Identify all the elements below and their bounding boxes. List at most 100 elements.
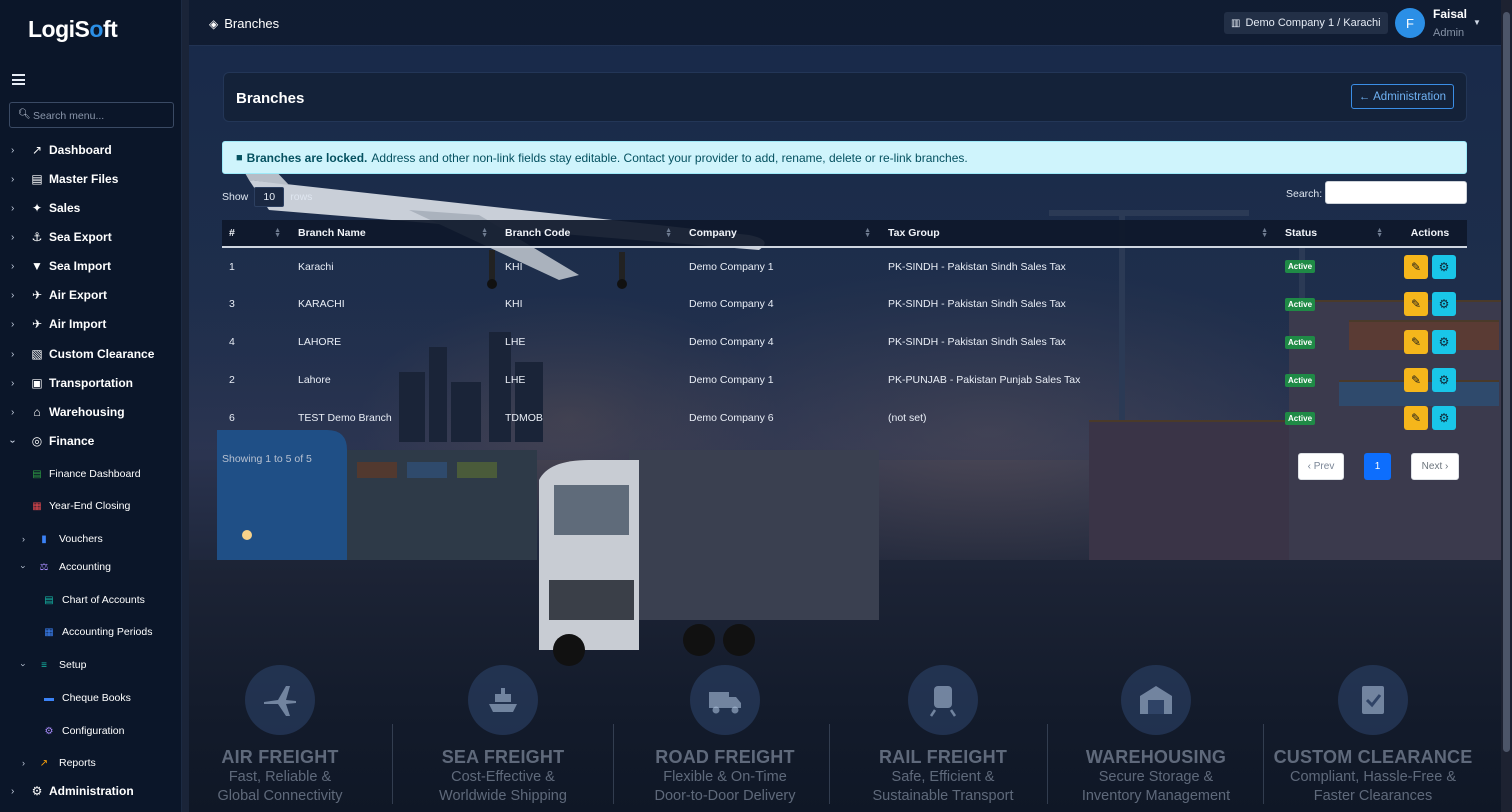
sidebar-item-label: Sales <box>49 201 81 215</box>
sort-icon: ▲ ▼ <box>665 227 672 239</box>
settings-button[interactable]: ⚙︎ <box>1432 368 1456 392</box>
column-header[interactable]: Status ▲ ▼ <box>1278 220 1393 248</box>
cell-tax-group: PK-PUNJAB - Pakistan Punjab Sales Tax <box>888 374 1081 386</box>
sidebar-item-reports[interactable]: › ↗ Reports <box>0 752 182 774</box>
rows-per-page: Show 10 rows <box>222 187 312 207</box>
settings-button[interactable]: ⚙︎ <box>1432 406 1456 430</box>
column-header[interactable]: Branch Code ▲ ▼ <box>498 220 682 248</box>
prev-page-button[interactable]: ‹ Prev <box>1298 453 1344 480</box>
sidebar-item-sea-export[interactable]: › ⚓︎ Sea Export <box>0 226 182 248</box>
column-header[interactable]: Company ▲ ▼ <box>682 220 881 248</box>
edit-icon: ✎︎ <box>1410 297 1422 311</box>
sidebar-item-cheque-books[interactable]: ▬ Cheque Books <box>0 687 182 709</box>
truck-icon: ▣ <box>31 376 43 390</box>
chevron-right-icon: › <box>11 144 15 156</box>
menu-toggle-icon[interactable] <box>12 74 25 85</box>
sidebar-item-sea-import[interactable]: › ▼ Sea Import <box>0 255 182 277</box>
chevron-right-icon: › <box>11 289 15 301</box>
page-1-button[interactable]: 1 <box>1364 453 1391 480</box>
service-line: Secure Storage & <box>1098 769 1214 785</box>
service-line: Door-to-Door Delivery <box>654 788 796 804</box>
cell-branch-name: TEST Demo Branch <box>298 412 392 424</box>
sidebar-item-label: Administration <box>49 784 134 798</box>
cogs-icon: ⚙︎ <box>44 725 54 737</box>
logo-text: Logi <box>28 16 75 42</box>
cell-company: Demo Company 4 <box>689 298 774 310</box>
sidebar-item-administration[interactable]: › ⚙︎ Administration <box>0 780 182 802</box>
column-header[interactable]: Branch Name ▲ ▼ <box>291 220 498 248</box>
cell-status: Active <box>1278 361 1393 399</box>
edit-button[interactable]: ✎︎ <box>1404 368 1428 392</box>
calendar-x-icon: ▦ <box>32 500 42 512</box>
edit-button[interactable]: ✎︎ <box>1404 292 1428 316</box>
cell-branch-code: KHI <box>505 298 523 310</box>
sidebar-search-input[interactable]: 🔍︎ Search menu... <box>9 102 174 128</box>
cell-num: 2 <box>229 374 235 386</box>
layers-icon: ◈ <box>209 16 219 31</box>
sidebar-item-label: Air Import <box>49 317 107 331</box>
sidebar-scrollbar[interactable] <box>182 0 189 812</box>
sidebar-item-master-files[interactable]: › ▤ Master Files <box>0 168 182 190</box>
sidebar-item-dashboard[interactable]: › ↗ Dashboard <box>0 139 182 161</box>
cell-num: 6 <box>229 412 235 424</box>
sidebar-item-air-export[interactable]: › ✈︎ Air Export <box>0 284 182 306</box>
arrow-left-icon: ← <box>1358 90 1371 103</box>
sidebar-item-accounting[interactable]: › ⚖︎ Accounting <box>0 556 182 578</box>
edit-icon: ✎︎ <box>1410 259 1422 274</box>
cell-company: Demo Company 1 <box>689 374 774 386</box>
sort-icon: ▲ ▼ <box>274 227 281 239</box>
edit-button[interactable]: ✎︎ <box>1404 330 1428 354</box>
column-header: Actions <box>1393 220 1467 248</box>
scrollbar-thumb[interactable] <box>1503 12 1510 752</box>
sidebar-item-sales[interactable]: › ✦ Sales <box>0 197 182 219</box>
user-name[interactable]: Faisal <box>1433 7 1467 21</box>
sidebar-item-finance-dashboard[interactable]: ▤ Finance Dashboard <box>0 463 182 485</box>
settings-button[interactable]: ⚙︎ <box>1432 330 1456 354</box>
edit-button[interactable]: ✎︎ <box>1404 406 1428 430</box>
page-scrollbar[interactable] <box>1501 0 1512 812</box>
administration-button[interactable]: ← Administration <box>1350 84 1454 109</box>
column-header[interactable]: Tax Group ▲ ▼ <box>881 220 1278 248</box>
edit-button[interactable]: ✎︎ <box>1404 254 1428 279</box>
service-warehousing: WAREHOUSING Secure Storage & Inventory M… <box>1056 665 1256 806</box>
chevron-right-icon: › <box>22 534 25 544</box>
company-selector[interactable]: ▥ Demo Company 1 / Karachi <box>1224 12 1388 34</box>
divider <box>1047 724 1048 804</box>
sidebar-item-transportation[interactable]: › ▣ Transportation <box>0 372 182 394</box>
sidebar-item-custom-clearance[interactable]: › ▧ Custom Clearance <box>0 343 182 365</box>
service-title: RAIL FREIGHT <box>878 747 1008 767</box>
column-header[interactable]: # ▲ ▼ <box>222 220 291 248</box>
settings-button[interactable]: ⚙︎ <box>1432 292 1456 316</box>
ship-icon <box>468 665 538 735</box>
sidebar-item-year-end-closing[interactable]: ▦ Year-End Closing <box>0 495 182 517</box>
table-search-input[interactable] <box>1325 181 1467 204</box>
anchor-icon: ⚓︎ <box>31 230 43 244</box>
rows-select[interactable]: 10 <box>254 187 285 207</box>
logisoft-logo[interactable]: LogiSoft <box>28 16 118 43</box>
gear-icon: ⚙︎ <box>1438 297 1450 311</box>
sidebar-item-vouchers[interactable]: › ▮ Vouchers <box>0 528 182 550</box>
gear-icon: ⚙︎ <box>1438 259 1450 274</box>
sidebar-item-setup[interactable]: › ≡ Setup <box>0 654 182 676</box>
sidebar-item-warehousing[interactable]: › ⌂ Warehousing <box>0 401 182 423</box>
sidebar-item-finance[interactable]: › ◎ Finance <box>0 430 182 452</box>
sidebar-item-configuration[interactable]: ⚙︎ Configuration <box>0 720 182 742</box>
settings-button[interactable]: ⚙︎ <box>1432 254 1456 279</box>
caret-down-icon[interactable]: ▼ <box>1473 18 1481 27</box>
next-page-button[interactable]: Next › <box>1411 453 1459 480</box>
gear-icon: ⚙︎ <box>1438 335 1450 349</box>
service-road-freight: ROAD FREIGHT Flexible & On-Time Door-to-… <box>625 665 825 806</box>
column-label: Company <box>689 227 737 239</box>
sidebar-item-air-import[interactable]: › ✈︎ Air Import <box>0 313 182 335</box>
chevron-right-icon: › <box>11 260 15 272</box>
sidebar-item-label: Reports <box>59 757 96 769</box>
service-line: Global Connectivity <box>217 788 343 804</box>
sidebar-item-accounting-periods[interactable]: ▦ Accounting Periods <box>0 621 182 643</box>
cell-num: 1 <box>229 260 235 273</box>
sidebar-item-chart-of-accounts[interactable]: ▤ Chart of Accounts <box>0 589 182 611</box>
sidebar-item-label: Configuration <box>62 725 125 737</box>
avatar[interactable]: F <box>1395 8 1425 38</box>
cell-actions: ✎︎ ⚙︎ <box>1393 323 1467 361</box>
calendar-icon: ▦ <box>44 626 54 638</box>
gear-icon: ⚙︎ <box>1438 373 1450 387</box>
